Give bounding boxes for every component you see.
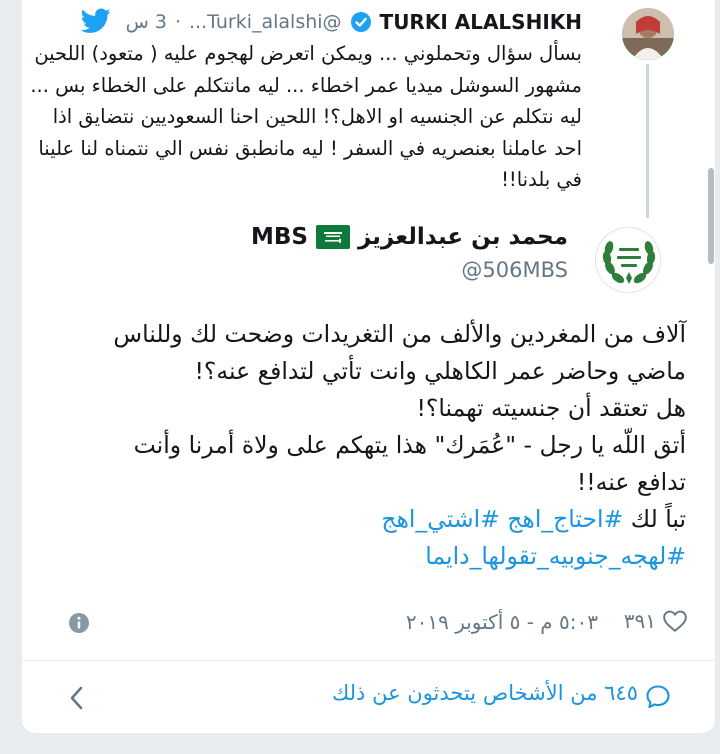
tweet-line: هل تعتقد أن جنسيته تهمنا؟! xyxy=(416,394,686,422)
tweet-embed-card: TURKI ALALSHIKH @Turki_alalshi... · 3 س … xyxy=(21,0,716,734)
like-count: ٣٩١ xyxy=(623,609,656,633)
chevron-left-icon[interactable] xyxy=(67,685,85,711)
parent-time[interactable]: 3 س xyxy=(126,11,167,33)
hashtag-links[interactable]: #احتاج_اهج #اشتي_اهج xyxy=(381,505,623,533)
saudi-flag-icon xyxy=(315,225,350,249)
thread-connector-line xyxy=(646,64,649,218)
avatar-turki-alalshikh[interactable] xyxy=(622,8,674,60)
like-button[interactable]: ٣٩١ xyxy=(624,608,688,634)
twitter-bird-icon[interactable] xyxy=(80,8,111,34)
heart-icon xyxy=(662,608,688,634)
author-handle[interactable]: @506MBS xyxy=(461,258,568,282)
author-name-latin[interactable]: MBS xyxy=(251,224,308,250)
separator-dot: · xyxy=(174,11,181,33)
speech-bubble-icon xyxy=(644,683,672,711)
main-tweet-header: محمد بن عبدالعزيز MBS xyxy=(251,224,568,250)
author-name-arabic[interactable]: محمد بن عبدالعزيز xyxy=(358,224,568,250)
tweet-line: آلاف من المغردين والألف من التغريدات وضح… xyxy=(113,320,686,348)
people-talking-text[interactable]: ٦٤٥ من الأشخاص يتحدثون عن ذلك xyxy=(332,681,638,705)
people-talking-row[interactable]: ٦٤٥ من الأشخاص يتحدثون عن ذلك xyxy=(21,661,716,733)
parent-handle[interactable]: @Turki_alalshi... xyxy=(189,11,342,33)
parent-display-name[interactable]: TURKI ALALSHIKH xyxy=(380,10,582,34)
hashtag-line: تباً لك #احتاج_اهج #اشتي_اهج xyxy=(53,501,686,538)
info-icon[interactable] xyxy=(68,612,90,634)
tweet-meta-row: ٥:٠٣ م - ٥ أكتوبر ٢٠١٩ ٣٩١ xyxy=(68,606,688,640)
tweet-line: تدافع عنه!! xyxy=(576,468,686,496)
main-tweet-text: آلاف من المغردين والألف من التغريدات وضح… xyxy=(53,316,686,575)
tweet-line: ماضي وحاضر عمر الكاهلي وانت تأتي لتدافع … xyxy=(194,357,686,385)
verified-badge-icon xyxy=(350,11,372,33)
hashtag-prefix: تباً لك xyxy=(630,505,686,533)
parent-tweet-header: TURKI ALALSHIKH @Turki_alalshi... · 3 س xyxy=(126,8,582,36)
avatar-mbs[interactable] xyxy=(595,227,661,293)
tweet-line: أتق اللّه يا رجل - "عُمَرك" هذا يتهكم عل… xyxy=(133,431,686,459)
scrollbar[interactable] xyxy=(708,168,714,264)
hashtag-link[interactable]: #لهجه_جنوبيه_تقولها_دايما xyxy=(53,538,686,575)
parent-tweet-text: بسأل سؤال وتحملوني ... ويمكن اتعرض لهجوم… xyxy=(30,42,582,191)
tweet-timestamp[interactable]: ٥:٠٣ م - ٥ أكتوبر ٢٠١٩ xyxy=(406,610,598,634)
